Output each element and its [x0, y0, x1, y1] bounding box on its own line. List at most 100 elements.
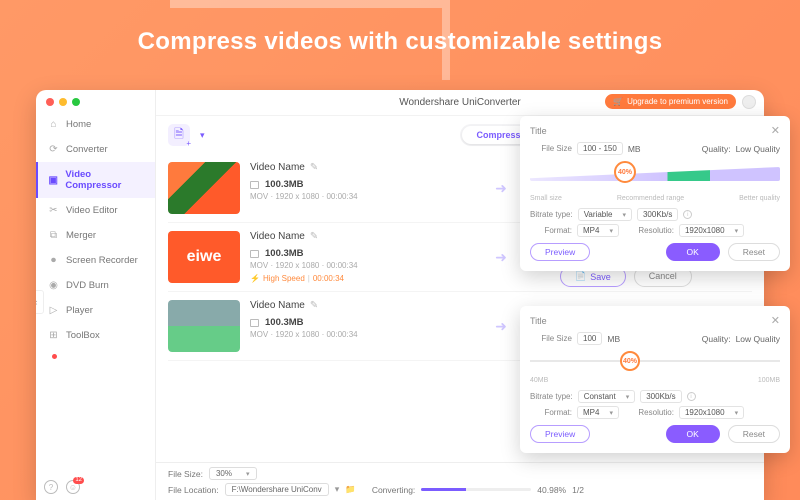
resolution-label: Resolutio:: [624, 226, 674, 235]
add-dropdown-chevron[interactable]: ▾: [200, 130, 205, 141]
ok-button[interactable]: OK: [666, 243, 720, 261]
quality-value: Low Quality: [736, 334, 780, 344]
sidebar-item-compressor[interactable]: ▣Video Compressor: [36, 162, 155, 198]
slider-track: [530, 167, 780, 181]
unit-label: MB: [628, 144, 641, 154]
filesize-input[interactable]: 100: [577, 332, 602, 345]
location-chevron[interactable]: ▾: [335, 484, 340, 495]
filesize-label: File Size: [530, 334, 572, 343]
slider-knob[interactable]: 40%: [620, 351, 640, 371]
slider-track: [530, 360, 780, 362]
reset-button[interactable]: Reset: [728, 243, 780, 261]
sidebar-item-recorder[interactable]: ⏺Screen Recorder: [36, 248, 155, 273]
thumbnail[interactable]: [168, 162, 240, 214]
compress-settings-panel-1: Title✕ File Size 100 - 150 MB Quality: L…: [520, 116, 790, 271]
axis-mid: Recommended range: [617, 195, 684, 202]
bitrate-value-input[interactable]: 300Kb/s: [640, 390, 681, 403]
thumbnail[interactable]: eiwe: [168, 231, 240, 283]
bitrate-type-select[interactable]: Constant: [578, 390, 636, 403]
highspeed-label: High Speed: [263, 274, 305, 283]
sidebar-item-label: Home: [66, 119, 91, 130]
info-icon[interactable]: i: [683, 210, 692, 219]
close-dot[interactable]: [46, 98, 54, 106]
sidebar-item-converter[interactable]: ⟳ Converter: [36, 137, 155, 162]
open-folder-icon[interactable]: 📁: [345, 484, 356, 495]
location-label: File Location:: [168, 485, 219, 495]
axis-left: 40MB: [530, 377, 548, 384]
resolution-select[interactable]: 1920x1080: [679, 224, 744, 237]
convert-icon: ⟳: [48, 144, 59, 155]
file-size: 100.3MB: [265, 179, 304, 190]
arrow-icon: ➜: [488, 162, 514, 214]
converting-label: Converting:: [372, 485, 415, 495]
quality-label: Quality:: [702, 144, 731, 154]
resolution-select[interactable]: 1920x1080: [679, 406, 744, 419]
sidebar-item-editor[interactable]: ✂Video Editor: [36, 198, 155, 223]
progress-count: 1/2: [572, 485, 584, 495]
resolution-value: 1920x1080: [685, 226, 725, 235]
avatar[interactable]: [742, 95, 756, 109]
format-select[interactable]: MP4: [577, 224, 619, 237]
edit-name-icon[interactable]: ✎: [310, 162, 318, 173]
feedback-icon[interactable]: ☺12: [66, 480, 80, 494]
file-size: 100.3MB: [265, 317, 304, 328]
window-controls[interactable]: [36, 98, 155, 112]
format-select[interactable]: MP4: [577, 406, 619, 419]
bitrate-type-value: Constant: [584, 392, 616, 401]
location-field[interactable]: F:\Wondershare UniConv: [225, 483, 329, 496]
sidebar: ⌂Home ⟳ Converter ▣Video Compressor ✂Vide…: [36, 90, 156, 500]
sidebar-item-label: Screen Recorder: [66, 255, 138, 266]
notification-dot: [52, 354, 57, 359]
bitrate-type-select[interactable]: Variable: [578, 208, 632, 221]
slider-knob[interactable]: 40%: [614, 161, 636, 183]
quality-value: Low Quality: [736, 144, 780, 154]
filesize-label: File Size:: [168, 469, 203, 479]
size-slider[interactable]: 40%: [530, 351, 780, 371]
filesize-select[interactable]: 30%: [209, 467, 257, 480]
progress-fill: [421, 488, 466, 491]
max-dot[interactable]: [72, 98, 80, 106]
axis-left: Small size: [530, 195, 562, 202]
sidebar-item-label: ToolBox: [66, 330, 100, 341]
close-icon[interactable]: ✕: [771, 314, 780, 327]
preview-button[interactable]: Preview: [530, 425, 590, 443]
reset-button[interactable]: Reset: [728, 425, 780, 443]
quality-label: Quality:: [702, 334, 731, 344]
info-icon[interactable]: i: [687, 392, 696, 401]
video-name: Video Name: [250, 162, 305, 173]
filesize-range-input[interactable]: 100 - 150: [577, 142, 623, 155]
panel-title: Title: [530, 316, 547, 326]
min-dot[interactable]: [59, 98, 67, 106]
sidebar-item-dvd[interactable]: ◉DVD Burn: [36, 273, 155, 298]
bitrate-value-input[interactable]: 300Kb/s: [637, 208, 678, 221]
format-label: Format:: [530, 226, 572, 235]
format-value: MP4: [583, 226, 599, 235]
sidebar-item-merger[interactable]: ⧉Merger: [36, 223, 155, 248]
footer: File Size: 30% File Location: F:\Wonders…: [156, 462, 764, 500]
sidebar-item-label: DVD Burn: [66, 280, 109, 291]
window-title: Wondershare UniConverter: [399, 97, 521, 108]
bitrate-type-label: Bitrate type:: [530, 210, 573, 219]
upgrade-label: Upgrade to premium version: [627, 97, 728, 106]
edit-name-icon[interactable]: ✎: [310, 231, 318, 242]
upgrade-button[interactable]: 🛒Upgrade to premium version: [605, 94, 736, 109]
highspeed-time: 00:00:34: [313, 274, 344, 283]
preview-button[interactable]: Preview: [530, 243, 590, 261]
sidebar-item-label: Video Editor: [66, 205, 118, 216]
quality-slider[interactable]: 40%: [530, 159, 780, 193]
add-file-button[interactable]: 🗎: [168, 124, 190, 146]
decorative-frame: [170, 0, 450, 80]
toolbox-icon: ⊞: [48, 330, 59, 341]
ok-button[interactable]: OK: [666, 425, 720, 443]
sidebar-item-toolbox[interactable]: ⊞ ToolBox: [36, 323, 155, 348]
help-icon[interactable]: ?: [44, 480, 58, 494]
panel-title: Title: [530, 126, 547, 136]
close-icon[interactable]: ✕: [771, 124, 780, 137]
file-meta: MOV · 1920 x 1080 · 00:00:34: [250, 261, 478, 270]
sidebar-item-label: Converter: [66, 144, 108, 155]
edit-name-icon[interactable]: ✎: [310, 300, 318, 311]
thumbnail[interactable]: [168, 300, 240, 352]
sidebar-item-home[interactable]: ⌂Home: [36, 112, 155, 137]
sidebar-item-player[interactable]: ▷Player: [36, 298, 155, 323]
unit-label: MB: [607, 334, 620, 344]
